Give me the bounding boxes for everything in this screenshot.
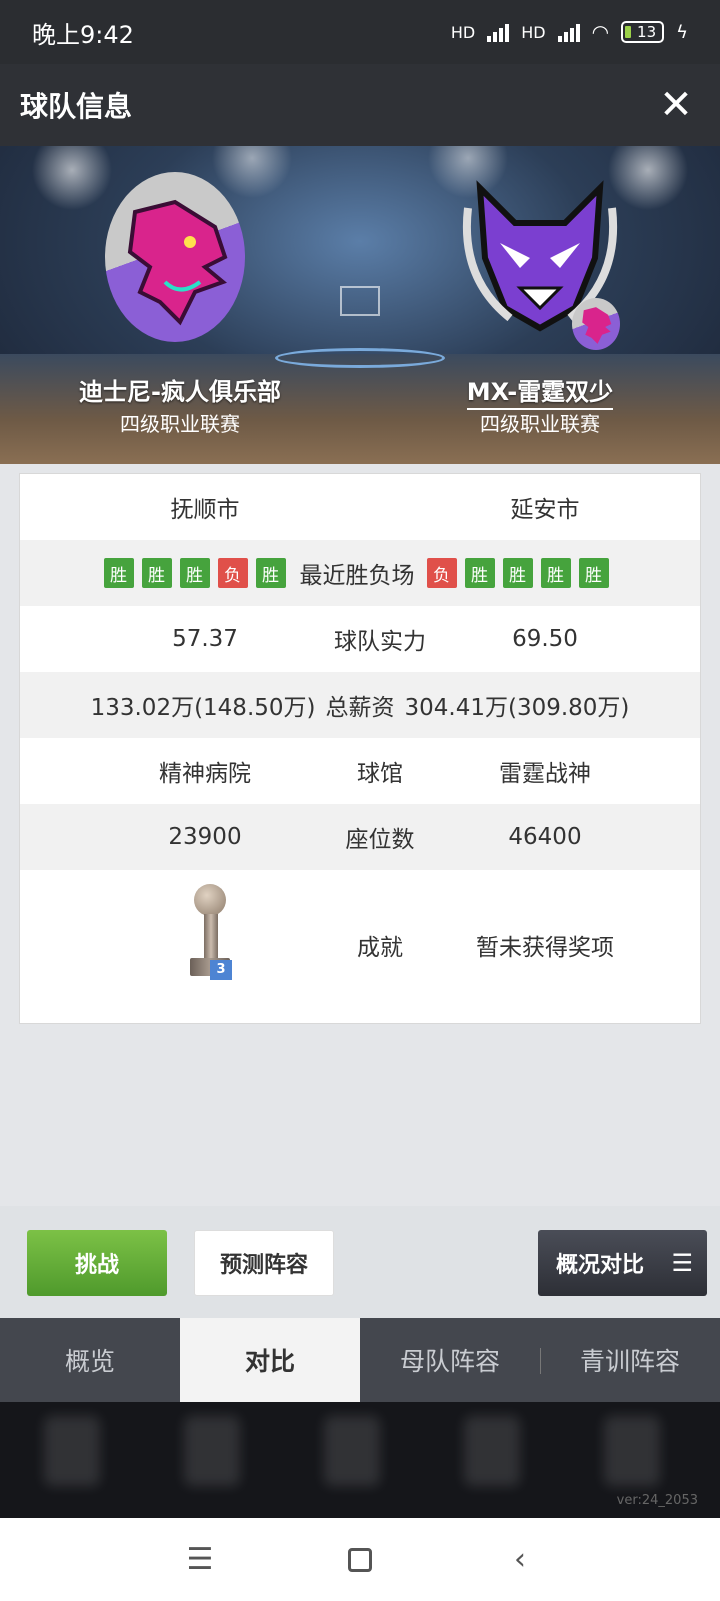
title-bar: 球队信息 ✕ xyxy=(0,64,720,146)
comparison-card: 抚顺市 延安市 胜胜胜负胜 最近胜负场 负胜胜胜胜 57.37 球队实力 69.… xyxy=(19,473,701,1024)
record-badge: 胜 xyxy=(502,558,533,588)
left-team-logo xyxy=(105,172,245,342)
salary-row: 133.02万(148.50万) 总薪资 304.41万(309.80万) xyxy=(20,672,700,738)
record-badge: 胜 xyxy=(578,558,609,588)
left-city: 抚顺市 xyxy=(170,497,240,523)
tab-youth-roster[interactable]: 青训阵容 xyxy=(540,1318,720,1402)
page-title: 球队信息 xyxy=(20,90,133,123)
record-badge: 胜 xyxy=(179,558,210,588)
tab-overview[interactable]: 概览 xyxy=(0,1318,180,1402)
predict-lineup-button[interactable]: 预测阵容 xyxy=(194,1230,334,1296)
record-label: 最近胜负场 xyxy=(299,563,415,589)
trophy-icon[interactable]: 3 xyxy=(188,884,234,980)
salary-label: 总薪资 xyxy=(325,695,395,721)
wifi-icon: ◠ xyxy=(591,20,610,44)
menu-nav-icon[interactable]: ☰ xyxy=(175,1535,225,1585)
version-label: ver:24_2053 xyxy=(616,1493,698,1508)
record-badge: 胜 xyxy=(103,558,134,588)
right-record: 负胜胜胜胜 xyxy=(426,558,617,588)
right-salary: 304.41万(309.80万) xyxy=(404,695,630,721)
tab-bar: 概览 对比 母队阵容 青训阵容 xyxy=(0,1318,720,1402)
home-icon[interactable] xyxy=(335,1535,385,1585)
strength-row: 57.37 球队实力 69.50 xyxy=(20,606,700,672)
achievement-row: 3 成就 暂未获得奖项 xyxy=(20,870,700,1020)
record-badge: 负 xyxy=(217,558,248,588)
arena-row: 精神病院 球馆 雷霆战神 xyxy=(20,738,700,804)
menu-icon: ☰ xyxy=(671,1249,693,1277)
signal-icon xyxy=(487,22,510,42)
signal-icon-2 xyxy=(557,22,580,42)
right-seats: 46400 xyxy=(508,824,582,850)
city-row: 抚顺市 延安市 xyxy=(20,474,700,540)
left-team-league: 四级职业联赛 xyxy=(120,412,240,436)
record-badge: 胜 xyxy=(540,558,571,588)
status-time: 晚上9:42 xyxy=(32,20,134,49)
trophy-count-badge: 3 xyxy=(210,960,232,980)
left-record: 胜胜胜负胜 xyxy=(103,558,294,588)
hoop-icon xyxy=(340,286,380,316)
right-achievement: 暂未获得奖项 xyxy=(476,935,614,961)
right-arena: 雷霆战神 xyxy=(499,761,591,787)
battery-icon: 13 xyxy=(621,21,665,43)
court-circle xyxy=(275,348,445,368)
right-team-logo xyxy=(460,168,620,350)
system-nav-bar: ☰ ‹ xyxy=(0,1518,720,1601)
overview-compare-button[interactable]: 概况对比 ☰ xyxy=(538,1230,707,1296)
network-hd-label-2: HD xyxy=(521,22,546,42)
close-icon[interactable]: ✕ xyxy=(652,81,700,129)
record-row: 胜胜胜负胜 最近胜负场 负胜胜胜胜 xyxy=(20,540,700,606)
back-icon[interactable]: ‹ xyxy=(495,1535,545,1585)
right-city: 延安市 xyxy=(510,497,580,523)
left-salary: 133.02万(148.50万) xyxy=(90,695,316,721)
tab-compare[interactable]: 对比 xyxy=(180,1318,360,1402)
dragon-icon xyxy=(582,307,612,344)
action-bar: 挑战 预测阵容 概况对比 ☰ xyxy=(0,1206,720,1318)
team-banner: 迪士尼-疯人俱乐部 四级职业联赛 MX-雷霆双少 四级职业联赛 xyxy=(0,146,720,464)
right-team-name[interactable]: MX-雷霆双少 xyxy=(390,372,690,410)
network-hd-label: HD xyxy=(450,22,476,42)
right-team-league: 四级职业联赛 xyxy=(480,412,600,436)
charging-icon: ϟ xyxy=(676,21,688,43)
record-badge: 胜 xyxy=(141,558,172,588)
mini-dragon-logo xyxy=(572,298,620,350)
record-badge: 胜 xyxy=(255,558,286,588)
record-badge: 胜 xyxy=(464,558,495,588)
status-bar: 晚上9:42 HD HD ◠ 13 ϟ xyxy=(0,0,720,64)
seats-row: 23900 座位数 46400 xyxy=(20,804,700,870)
record-badge: 负 xyxy=(426,558,457,588)
right-strength: 69.50 xyxy=(512,626,578,652)
tab-parent-roster[interactable]: 母队阵容 xyxy=(360,1318,540,1402)
dragon-icon xyxy=(127,199,228,326)
left-team-name: 迪士尼-疯人俱乐部 xyxy=(79,378,281,406)
status-icons: HD HD ◠ 13 ϟ xyxy=(451,20,688,44)
blurred-nav-bar: ver:24_2053 xyxy=(0,1402,720,1518)
overview-compare-label: 概况对比 xyxy=(556,1253,645,1278)
challenge-button[interactable]: 挑战 xyxy=(27,1230,167,1296)
